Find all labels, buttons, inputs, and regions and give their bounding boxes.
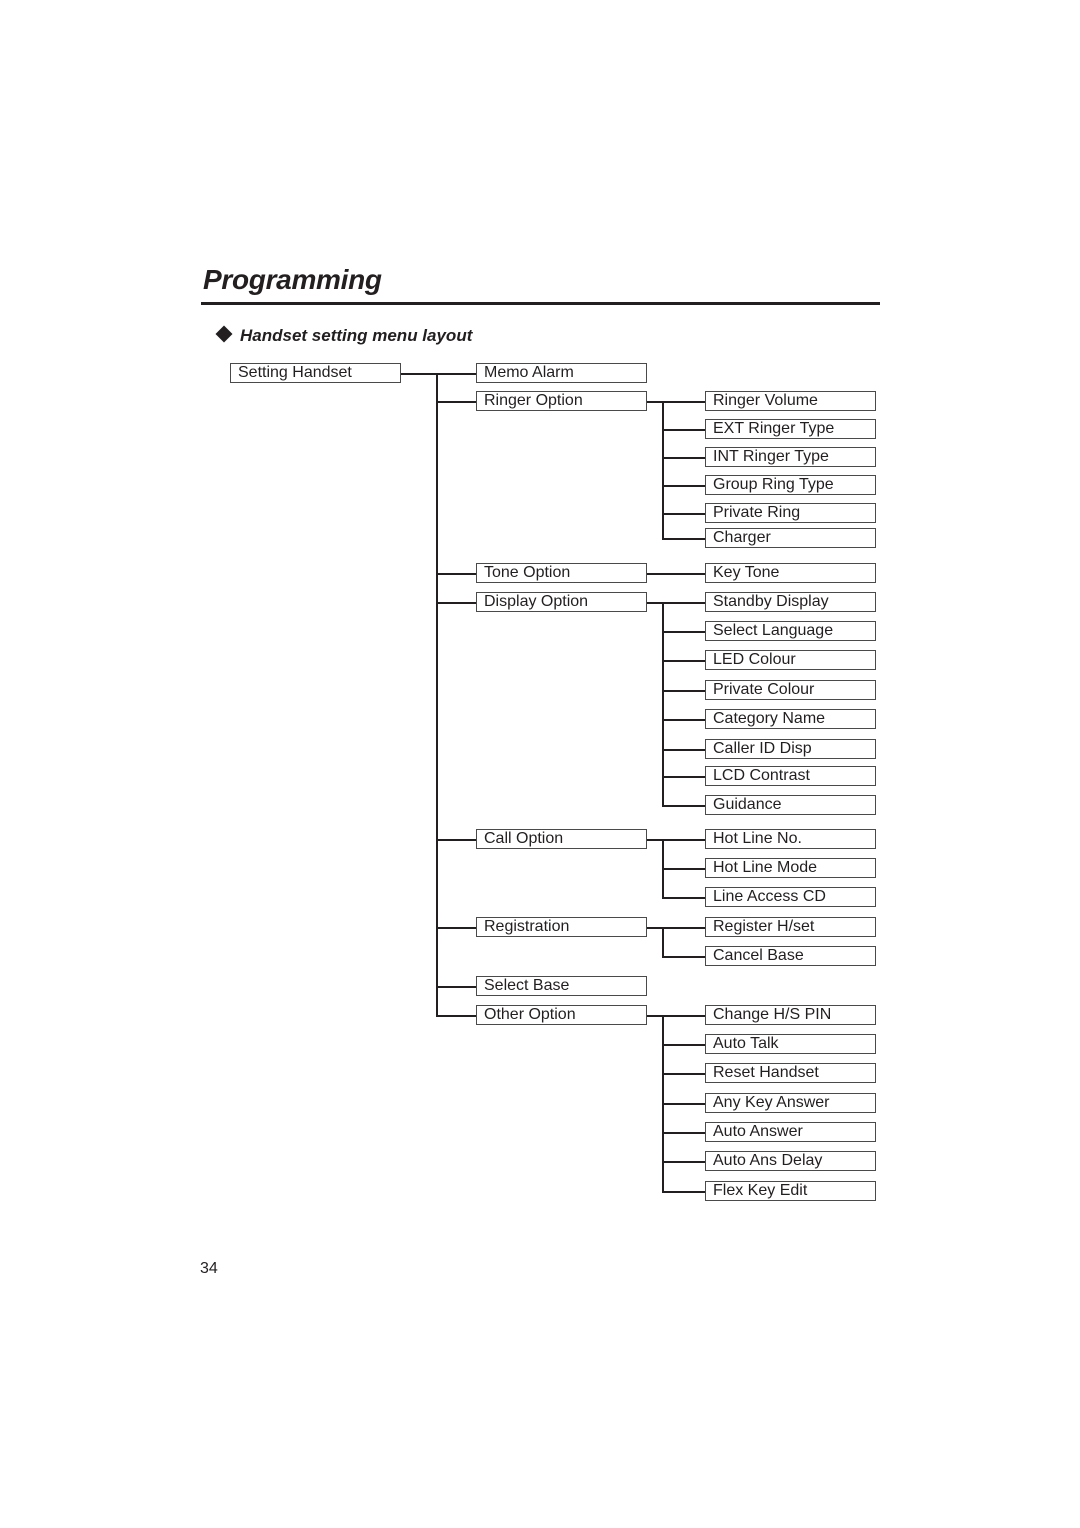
menu-node-level2: Select Language [705,621,876,641]
level1-branch [436,401,476,403]
level2-branch [662,538,705,540]
menu-node-level2: Key Tone [705,563,876,583]
diamond-bullet-icon [215,325,233,343]
level2-branch [662,1073,705,1075]
menu-node-level2: Auto Answer [705,1122,876,1142]
level2-branch [662,1103,705,1105]
title-rule [201,302,880,305]
level2-branch [662,749,705,751]
section-title: Programming [203,264,382,295]
level2-branch [662,1044,705,1046]
level2-branch [662,602,705,604]
level2-branch [662,897,705,899]
level2-branch [662,868,705,870]
level1-branch [436,602,476,604]
level1-branch [436,986,476,988]
menu-node-level2: Cancel Base [705,946,876,966]
level2-branch [662,1132,705,1134]
menu-node-level1: Registration [476,917,647,937]
diagram-heading-text: Handset setting menu layout [240,326,473,345]
level2-branch [662,839,705,841]
menu-node-level2: LED Colour [705,650,876,670]
menu-node-level2: Flex Key Edit [705,1181,876,1201]
level2-branch [662,1191,705,1193]
menu-node-level1: Select Base [476,976,647,996]
level2-trunk [662,927,664,957]
level2-trunk [662,401,664,539]
menu-node-level2: Reset Handset [705,1063,876,1083]
menu-node-level2: Private Ring [705,503,876,523]
menu-node-level2: Group Ring Type [705,475,876,495]
level1-branch [436,927,476,929]
menu-node-level2: EXT Ringer Type [705,419,876,439]
menu-node-level2: Register H/set [705,917,876,937]
menu-node-level1: Call Option [476,829,647,849]
level2-branch [662,719,705,721]
level2-branch [662,956,705,958]
menu-node-level2: Guidance [705,795,876,815]
level2-branch [662,660,705,662]
menu-node-level2: Charger [705,528,876,548]
menu-node-level2: Private Colour [705,680,876,700]
menu-node-level2: Ringer Volume [705,391,876,411]
level2-branch [662,631,705,633]
menu-node-level1: Other Option [476,1005,647,1025]
level2-branch [662,485,705,487]
level2-branch [662,573,705,575]
menu-node-level2: INT Ringer Type [705,447,876,467]
level1-branch [436,1015,476,1017]
menu-node-level2: Auto Talk [705,1034,876,1054]
menu-node-level1: Ringer Option [476,391,647,411]
menu-node-root: Setting Handset [230,363,401,383]
level1-branch [436,373,476,375]
root-connector [401,373,438,375]
menu-node-level2: Line Access CD [705,887,876,907]
menu-node-level2: Any Key Answer [705,1093,876,1113]
level1-branch [436,839,476,841]
menu-node-level1: Memo Alarm [476,363,647,383]
menu-node-level2: Hot Line Mode [705,858,876,878]
level2-branch [662,457,705,459]
menu-node-level1: Tone Option [476,563,647,583]
level1-trunk [436,373,438,1016]
menu-node-level2: Auto Ans Delay [705,1151,876,1171]
level2-branch [662,690,705,692]
level2-branch [662,776,705,778]
menu-node-level2: Hot Line No. [705,829,876,849]
menu-node-level1: Display Option [476,592,647,612]
level2-branch [662,927,705,929]
menu-node-level2: LCD Contrast [705,766,876,786]
page-number: 34 [200,1260,218,1277]
level2-branch [662,805,705,807]
level2-branch [662,401,705,403]
menu-node-level2: Category Name [705,709,876,729]
level2-branch [662,1015,705,1017]
diagram-heading: Handset setting menu layout [215,325,473,346]
menu-node-level2: Caller ID Disp [705,739,876,759]
menu-node-level2: Change H/S PIN [705,1005,876,1025]
menu-node-level2: Standby Display [705,592,876,612]
level2-branch [662,513,705,515]
level1-branch [436,573,476,575]
level2-branch [662,1161,705,1163]
level2-branch [662,429,705,431]
